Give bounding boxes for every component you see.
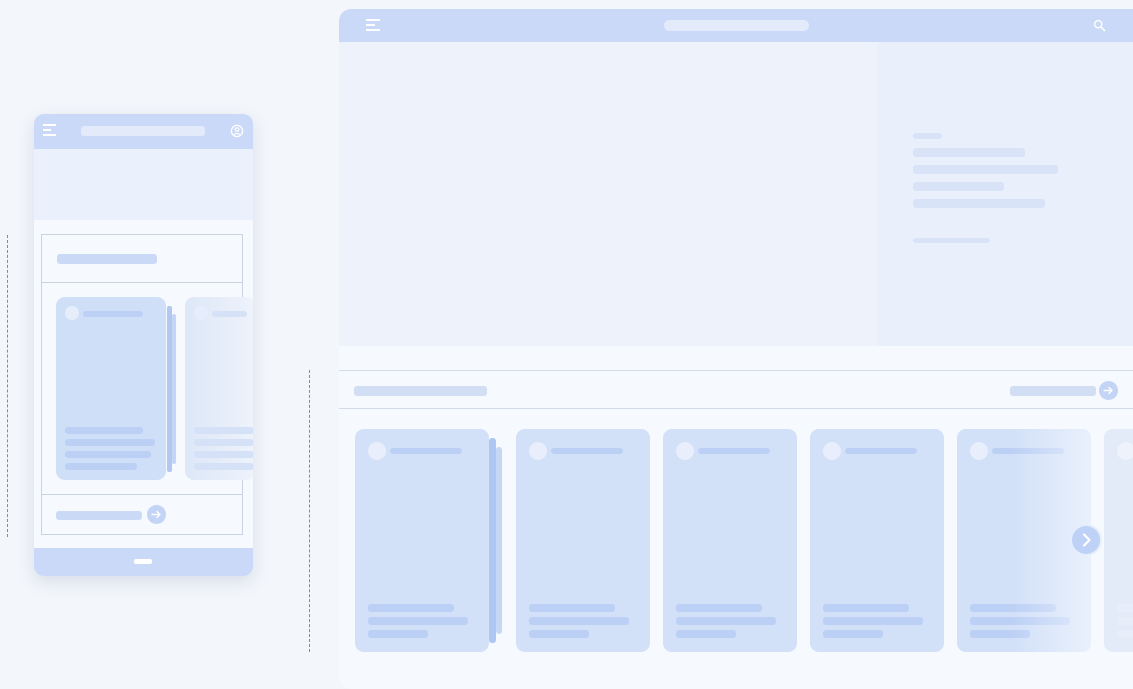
card-text-placeholder	[1117, 617, 1133, 625]
card-avatar-placeholder	[970, 442, 988, 460]
hero-eyebrow-placeholder	[913, 133, 942, 139]
card-text-placeholder	[1117, 630, 1133, 638]
chevron-right-icon[interactable]	[1072, 526, 1100, 554]
desktop-title-placeholder	[664, 20, 809, 31]
tile-text-placeholder	[194, 451, 253, 458]
tile-avatar-placeholder	[194, 306, 208, 320]
content-card[interactable]	[957, 429, 1091, 652]
hero-text-placeholder	[913, 199, 1045, 208]
guide-line-left	[7, 235, 8, 537]
menu-icon[interactable]	[366, 19, 380, 32]
card-text-placeholder	[676, 617, 776, 625]
card-text-placeholder	[1117, 604, 1133, 612]
tile-text-placeholder	[194, 439, 253, 446]
card-stack-edge	[489, 438, 496, 643]
card-text-placeholder	[529, 617, 629, 625]
card-text-placeholder	[823, 617, 923, 625]
mobile-hero-placeholder	[34, 149, 253, 220]
tile-avatar-placeholder	[65, 306, 79, 320]
tile-text-placeholder	[65, 439, 155, 446]
mobile-header	[34, 114, 253, 149]
menu-icon[interactable]	[43, 124, 57, 136]
section-link-placeholder[interactable]	[1010, 386, 1096, 396]
card-text-placeholder	[529, 604, 615, 612]
card-title-placeholder	[698, 448, 770, 454]
home-indicator-icon[interactable]	[134, 559, 152, 564]
content-card[interactable]	[663, 429, 797, 652]
arrow-right-icon[interactable]	[1099, 381, 1118, 400]
arrow-right-icon[interactable]	[147, 505, 166, 524]
mobile-link-placeholder[interactable]	[56, 511, 142, 520]
content-card[interactable]	[516, 429, 650, 652]
mobile-title-placeholder	[81, 126, 205, 136]
guide-line-middle	[309, 370, 310, 652]
hero-link-placeholder[interactable]	[913, 238, 990, 243]
card-avatar-placeholder	[368, 442, 386, 460]
card-title-placeholder	[845, 448, 917, 454]
content-card[interactable]	[810, 429, 944, 652]
mobile-footer	[34, 548, 253, 576]
desktop-header	[339, 9, 1133, 42]
mobile-tile[interactable]	[56, 297, 166, 480]
card-title-placeholder	[390, 448, 462, 454]
desktop-wireframe	[339, 9, 1133, 689]
section-divider-top	[339, 370, 1133, 371]
card-avatar-placeholder	[823, 442, 841, 460]
hero-text-panel	[878, 42, 1133, 346]
mobile-section-divider-top	[42, 282, 242, 283]
tile-text-placeholder	[65, 451, 151, 458]
tile-text-placeholder	[194, 463, 253, 470]
tile-text-placeholder	[65, 463, 137, 470]
mobile-section-card	[41, 234, 253, 535]
card-avatar-placeholder	[529, 442, 547, 460]
card-text-placeholder	[368, 630, 428, 638]
mobile-section-title-placeholder	[57, 254, 157, 264]
mobile-tile-stack-edge	[172, 314, 176, 464]
card-text-placeholder	[676, 630, 736, 638]
card-text-placeholder	[823, 604, 909, 612]
content-card[interactable]	[355, 429, 489, 652]
card-avatar-placeholder	[676, 442, 694, 460]
content-card[interactable]	[1104, 429, 1133, 652]
card-text-placeholder	[368, 617, 468, 625]
card-text-placeholder	[529, 630, 589, 638]
account-icon[interactable]	[230, 124, 244, 138]
card-title-placeholder	[551, 448, 623, 454]
card-text-placeholder	[676, 604, 762, 612]
hero-text-placeholder	[913, 148, 1025, 157]
hero-text-placeholder	[913, 165, 1058, 174]
card-text-placeholder	[368, 604, 454, 612]
card-stack-edge	[496, 447, 502, 634]
mobile-section-divider-bottom	[42, 494, 242, 495]
card-text-placeholder	[823, 630, 883, 638]
hero-text-placeholder	[913, 182, 1004, 191]
mobile-wireframe	[34, 114, 253, 576]
section-title-placeholder	[354, 386, 487, 396]
card-avatar-placeholder	[1117, 442, 1133, 460]
section-divider-bottom	[339, 408, 1133, 409]
tile-text-placeholder	[194, 427, 253, 434]
hero-media-placeholder	[339, 42, 878, 346]
tile-title-placeholder	[212, 311, 247, 317]
tile-text-placeholder	[65, 427, 143, 434]
mobile-tile[interactable]	[185, 297, 253, 480]
search-icon[interactable]	[1093, 19, 1106, 32]
tile-title-placeholder	[83, 311, 143, 317]
